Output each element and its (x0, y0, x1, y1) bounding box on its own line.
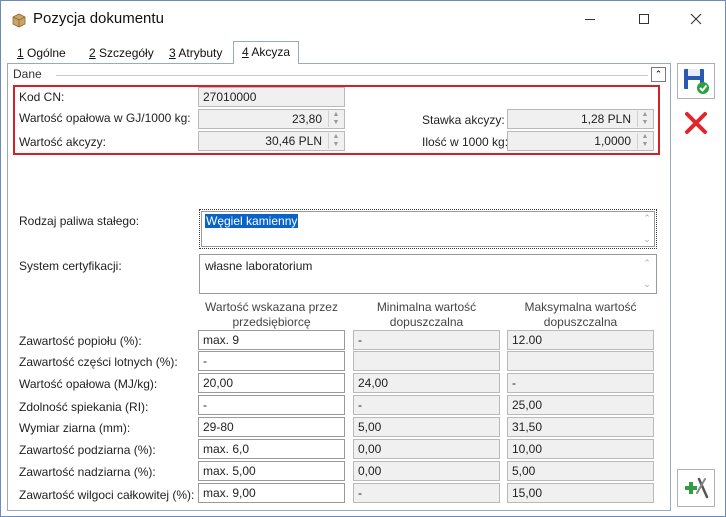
declared-value-cell[interactable]: - (198, 351, 345, 371)
spin-arrows-icon[interactable]: ▲ ▼ (328, 133, 343, 149)
chevron-up-icon[interactable]: ⌃ (640, 258, 654, 269)
max-value-cell: 12.00 (507, 330, 654, 350)
cancel-button[interactable] (677, 105, 715, 141)
row-label: Zdolność spiekania (RI): (19, 400, 149, 414)
group-title-dane: Dane (13, 67, 42, 81)
memo-scrollbar[interactable]: ⌃ ⌄ (640, 257, 654, 291)
rodzaj-paliwa-field[interactable]: Węgiel kamienny ⌃ ⌄ (199, 209, 657, 249)
minimize-icon (585, 18, 595, 20)
column-header-min: Minimalna wartość dopuszczalna (376, 300, 477, 329)
ilosc-value: 1,0000 (594, 134, 631, 148)
cancel-icon (685, 112, 707, 134)
close-icon (690, 13, 702, 25)
chevron-down-icon[interactable]: ⌄ (640, 234, 654, 245)
ilosc-label: Ilość w 1000 kg: (422, 135, 509, 149)
chevron-up-icon[interactable]: ⌃ (640, 213, 654, 224)
declared-value-cell[interactable]: 20,00 (198, 373, 345, 393)
row-label: Wartość opałowa (MJ/kg): (19, 377, 158, 391)
system-certyfikacji-value: własne laboratorium (205, 259, 313, 273)
wartosc-akcyzy-field[interactable]: 30,46 PLN ▲ ▼ (198, 131, 345, 151)
system-certyfikacji-field[interactable]: własne laboratorium ⌃ ⌄ (199, 254, 657, 294)
min-value-cell: - (353, 395, 500, 415)
stawka-akcyzy-field[interactable]: 1,28 PLN ▲ ▼ (507, 109, 654, 129)
spin-arrows-icon[interactable]: ▲ ▼ (637, 133, 652, 149)
max-value-cell: 10,00 (507, 439, 654, 459)
tab-akcyza-label: Akcyza (248, 45, 291, 59)
row-label: Zawartość popiołu (%): (19, 334, 142, 348)
save-button[interactable] (677, 63, 715, 99)
declared-value-cell[interactable]: - (198, 395, 345, 415)
tab-akcyza-key: 4 (242, 45, 249, 59)
declared-value-cell[interactable]: max. 6,0 (198, 439, 345, 459)
column-header-max: Maksymalna wartość dopuszczalna (524, 300, 637, 329)
group-divider (56, 75, 648, 76)
min-value-cell: 24,00 (353, 373, 500, 393)
tab-ogolne[interactable]: 1 Ogólne (9, 43, 74, 64)
tab-szczegoly-key: 2 (89, 46, 96, 60)
kod-cn-value: 27010000 (203, 90, 257, 104)
title-bar: Pozycja dokumentu (1, 1, 725, 39)
chevron-up-icon: ⌃ (654, 69, 663, 79)
system-certyfikacji-label: System certyfikacji: (19, 259, 122, 273)
tab-szczegoly-label: Szczegóły (95, 46, 154, 60)
tab-atrybuty-label: Atrybuty (175, 46, 223, 60)
min-value-cell: - (353, 483, 500, 503)
wartosc-akcyzy-value: 30,46 PLN (265, 134, 322, 148)
wartosc-akcyzy-label: Wartość akcyzy: (19, 135, 106, 149)
minimize-button[interactable] (567, 1, 613, 37)
tab-atrybuty-key: 3 (169, 46, 176, 60)
tab-ogolne-key: 1 (17, 46, 24, 60)
wartosc-opalowa-value: 23,80 (291, 112, 322, 126)
max-value-cell: 25,00 (507, 395, 654, 415)
min-value-cell (353, 351, 500, 371)
tab-szczegoly[interactable]: 2 Szczegóły (81, 43, 162, 64)
row-label: Zawartość części lotnych (%): (19, 355, 178, 369)
row-label: Zawartość podziarna (%): (19, 443, 156, 457)
package-icon (12, 13, 26, 28)
maximize-button[interactable] (621, 1, 667, 37)
min-value-cell: - (353, 330, 500, 350)
spin-arrows-icon[interactable]: ▲ ▼ (328, 111, 343, 127)
ilosc-field[interactable]: 1,0000 ▲ ▼ (507, 131, 654, 151)
akcyza-panel: Dane ⌃ Kod CN: 27010000 Wartość opałowa … (7, 63, 671, 511)
spin-arrows-icon[interactable]: ▲ ▼ (637, 111, 652, 127)
min-value-cell: 0,00 (353, 461, 500, 481)
max-value-cell (507, 351, 654, 371)
rodzaj-paliwa-value: Węgiel kamienny (205, 214, 299, 228)
declared-value-cell[interactable]: max. 9 (198, 330, 345, 350)
close-button[interactable] (673, 1, 719, 37)
add-tool-icon (685, 477, 709, 499)
max-value-cell: 15,00 (507, 483, 654, 503)
min-value-cell: 5,00 (353, 417, 500, 437)
window-title: Pozycja dokumentu (33, 10, 164, 27)
wartosc-opalowa-field[interactable]: 23,80 ▲ ▼ (198, 109, 345, 129)
row-label: Zawartość wilgoci całkowitej (%): (19, 488, 195, 502)
stawka-akcyzy-label: Stawka akcyzy: (422, 113, 505, 127)
min-value-cell: 0,00 (353, 439, 500, 459)
tab-ogolne-label: Ogólne (23, 46, 66, 60)
row-label: Wymiar ziarna (mm): (19, 421, 131, 435)
memo-scrollbar[interactable]: ⌃ ⌄ (640, 212, 654, 246)
stawka-akcyzy-value: 1,28 PLN (580, 112, 631, 126)
kod-cn-label: Kod CN: (19, 90, 65, 104)
chevron-down-icon[interactable]: ⌄ (640, 279, 654, 290)
rodzaj-paliwa-label: Rodzaj paliwa stałego: (19, 214, 140, 228)
column-header-declared: Wartość wskazana przez przedsiębiorcę (205, 300, 338, 329)
declared-value-cell[interactable]: 29-80 (198, 417, 345, 437)
wartosc-opalowa-label: Wartość opałowa w GJ/1000 kg: (19, 111, 191, 125)
row-label: Zawartość nadziarna (%): (19, 465, 156, 479)
kod-cn-field[interactable]: 27010000 (198, 87, 345, 107)
max-value-cell: 31,50 (507, 417, 654, 437)
declared-value-cell[interactable]: max. 9,00 (198, 483, 345, 503)
document-item-window: Pozycja dokumentu 1 Ogólne 2 Szczegóły 3… (0, 0, 726, 517)
tab-akcyza[interactable]: 4 Akcyza (233, 41, 300, 64)
max-value-cell: - (507, 373, 654, 393)
declared-value-cell[interactable]: max. 5,00 (198, 461, 345, 481)
maximize-icon (639, 14, 649, 24)
max-value-cell: 5,00 (507, 461, 654, 481)
collapse-button[interactable]: ⌃ (651, 67, 666, 82)
add-tool-button[interactable] (677, 469, 715, 507)
save-icon (684, 69, 709, 94)
tab-atrybuty[interactable]: 3 Atrybuty (161, 43, 230, 64)
